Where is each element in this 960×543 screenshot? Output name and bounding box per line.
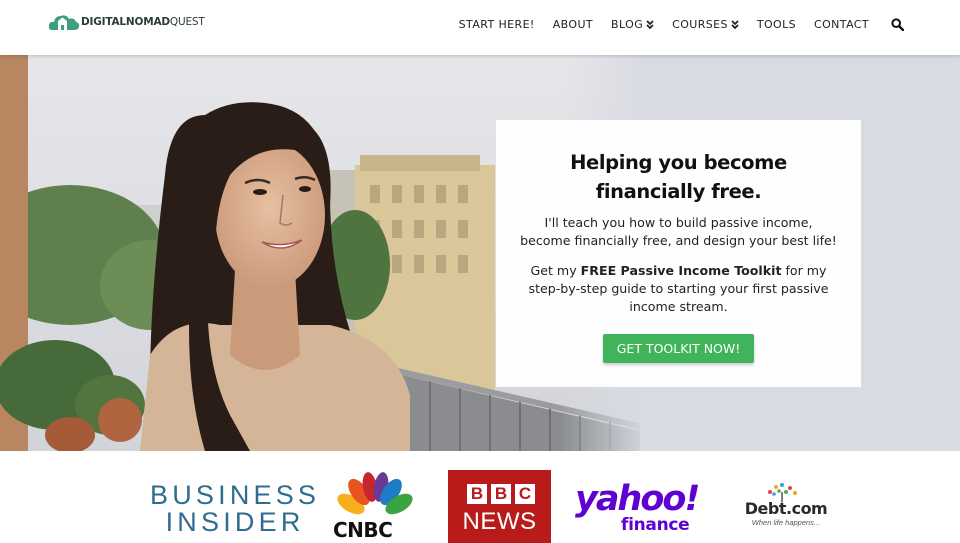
hero-offer: Get my FREE Passive Income Toolkit for m… [528,263,829,314]
yahoo-finance-logo: yahoo! finance [575,479,700,536]
nav-start-here[interactable]: START HERE! [459,18,535,31]
logo-text: DIGITALNOMADQUEST [81,16,205,28]
hero-section: Helping you become financially free. I'l… [0,55,960,451]
cnbc-logo-text: CNBC [333,518,393,542]
site-logo[interactable]: DIGITALNOMADQUEST [48,12,205,32]
nav-blog[interactable]: BLOG [611,18,654,31]
chevron-down-icon [731,20,739,29]
get-toolkit-button[interactable]: GET TOOLKIT NOW! [602,334,755,363]
hero-card: Helping you become financially free. I'l… [496,120,861,387]
main-nav: START HERE! ABOUT BLOG COURSES TOOLS CON… [441,18,904,31]
nav-courses[interactable]: COURSES [672,18,739,31]
business-insider-logo: BUSINESS INSIDER [150,480,321,537]
bbc-news-logo: B B C NEWS [448,470,551,543]
debt-tree-icon [768,483,797,502]
hero-headline: Helping you become financially free. [570,151,787,203]
site-header: DIGITALNOMADQUEST START HERE! ABOUT BLOG… [0,0,960,55]
cnbc-peacock-icon [337,472,413,518]
nav-contact[interactable]: CONTACT [814,18,869,31]
search-icon[interactable] [891,18,904,31]
hero-intro: I'll teach you how to build passive inco… [520,215,837,248]
logo-cloud-icon [48,15,80,30]
nav-about[interactable]: ABOUT [553,18,593,31]
nav-tools[interactable]: TOOLS [757,18,796,31]
debt-com-logo: Debt.com When life happens... [738,482,834,527]
chevron-down-icon [646,20,654,29]
